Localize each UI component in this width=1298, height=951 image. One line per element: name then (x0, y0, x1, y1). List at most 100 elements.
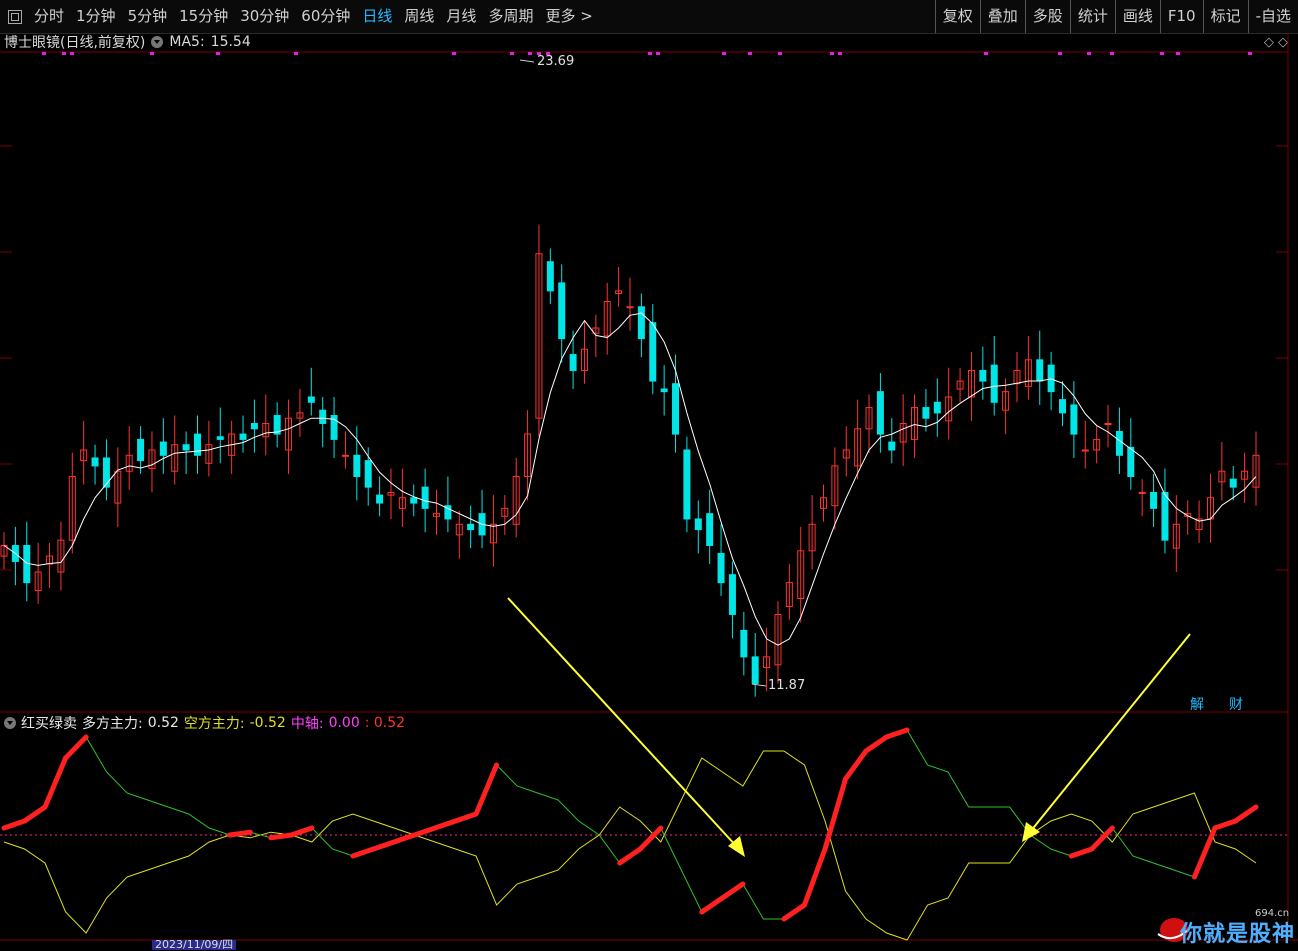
candle-body-82 (933, 401, 941, 414)
candle-body-62 (706, 513, 714, 546)
bull-rise-seg-40 (801, 846, 828, 908)
bear-line (3, 750, 1257, 941)
candle-body-100 (1138, 491, 1146, 494)
candle-body-91 (1036, 359, 1044, 382)
brand-logo: 你就是股神 694.cn (1152, 908, 1298, 949)
candle-body-14 (159, 441, 167, 456)
candle-body-41 (467, 523, 475, 531)
chart-canvas[interactable] (0, 0, 1298, 949)
bull-rise-seg-20 (391, 832, 417, 845)
bull-rise-seg-23 (453, 811, 479, 824)
cai-button[interactable]: 财 (1229, 694, 1243, 714)
candle-body-63 (717, 552, 725, 584)
ma5-line (3, 312, 1257, 646)
candle-body-95 (1081, 449, 1089, 452)
candle-body-9 (102, 457, 110, 488)
bear-label: 空方主力: (183, 716, 245, 732)
candle-body-22 (250, 422, 258, 430)
top-marker-23 (1176, 52, 1180, 55)
top-marker-13 (722, 52, 726, 55)
bull-rise-seg-22 (432, 818, 459, 831)
bull-rise-seg-3 (42, 755, 69, 810)
candle-body-56 (637, 306, 645, 340)
bull-rise-seg-19 (370, 839, 397, 852)
candle-body-93 (1059, 399, 1067, 414)
top-marker-2 (70, 52, 74, 55)
candle-body-59 (672, 383, 680, 435)
extra-value: : 0.52 (364, 715, 406, 731)
bull-rise-seg-59 (1191, 825, 1218, 880)
candle-body-60 (683, 449, 691, 520)
bull-rise-seg-41 (822, 776, 849, 852)
top-marker-12 (656, 52, 660, 55)
indicator-header: 红买绿卖 多方主力: 0.52 空方主力: -0.52 中轴: 0.00 : 0… (4, 713, 405, 733)
candle-body-55 (626, 306, 634, 309)
candle-body-58 (660, 388, 668, 393)
candle-body-108 (1229, 478, 1237, 488)
bull-rise-seg-53 (1068, 846, 1095, 859)
top-marker-15 (778, 52, 782, 55)
top-marker-18 (984, 52, 988, 55)
candle-body-48 (546, 261, 554, 292)
candle-body-19 (216, 436, 224, 440)
bull-value: 0.52 (147, 715, 179, 731)
low-price-label: 11.87 (768, 678, 806, 693)
bull-rise-seg-18 (350, 846, 376, 859)
bull-rise-seg-21 (411, 825, 438, 838)
bull-rise-seg-1 (1, 818, 28, 831)
arrow-2-head (1022, 822, 1040, 842)
top-marker-1 (62, 52, 66, 55)
top-marker-19 (1058, 52, 1062, 55)
top-marker-7 (510, 52, 514, 55)
top-marker-14 (748, 52, 752, 55)
arrow-1-shaft (507, 597, 739, 849)
bull-rise-seg-42 (843, 748, 869, 782)
bull-rise-seg-60 (1212, 818, 1238, 831)
indicator-name[interactable]: 红买绿卖 (21, 713, 77, 733)
mid-value: 0.00 (328, 715, 360, 731)
top-marker-11 (648, 52, 652, 55)
top-marker-22 (1160, 52, 1164, 55)
bull-rise-seg-4 (63, 734, 89, 761)
candle-body-98 (1115, 430, 1123, 456)
candle-body-8 (91, 457, 99, 467)
candle-body-77 (876, 391, 884, 435)
top-marker-17 (838, 52, 842, 55)
high-pointer (519, 59, 535, 63)
top-marker-0 (42, 52, 46, 55)
jie-button[interactable]: 解 (1190, 694, 1204, 714)
bull-rise-seg-39 (781, 902, 807, 922)
top-marker-16 (830, 52, 834, 55)
candle-body-33 (376, 494, 384, 504)
candle-body-87 (990, 364, 998, 403)
top-marker-24 (1248, 52, 1252, 55)
bull-rise-seg-35 (699, 895, 725, 915)
candle-body-61 (694, 518, 702, 531)
candle-body-101 (1150, 491, 1158, 509)
top-marker-20 (1087, 52, 1091, 55)
candle-body-99 (1127, 446, 1135, 478)
dropdown-icon[interactable] (4, 717, 16, 729)
candle-body-65 (740, 629, 748, 658)
candle-body-102 (1161, 491, 1169, 541)
candle-body-32 (364, 460, 372, 488)
candle-body-78 (888, 441, 896, 451)
candle-body-27 (307, 396, 315, 403)
candle-body-50 (569, 354, 577, 371)
candle-body-81 (922, 407, 930, 419)
candle-body-37 (421, 486, 429, 509)
bull-rise-seg-24 (473, 762, 500, 817)
top-marker-8 (528, 52, 532, 55)
bull-rise-seg-15 (288, 825, 315, 838)
logo-sub: 694.cn (1255, 908, 1290, 919)
top-marker-21 (1110, 52, 1114, 55)
candle-body-12 (137, 438, 145, 462)
candle-body-94 (1070, 404, 1078, 435)
bull-rise-seg-44 (884, 727, 910, 740)
bull-line (3, 729, 1257, 920)
bull-label: 多方主力: (82, 716, 143, 732)
candle-body-28 (319, 409, 327, 424)
candle-body-16 (182, 444, 190, 451)
bull-rise-seg-61 (1232, 804, 1259, 824)
bull-rise-seg-12 (227, 829, 253, 838)
